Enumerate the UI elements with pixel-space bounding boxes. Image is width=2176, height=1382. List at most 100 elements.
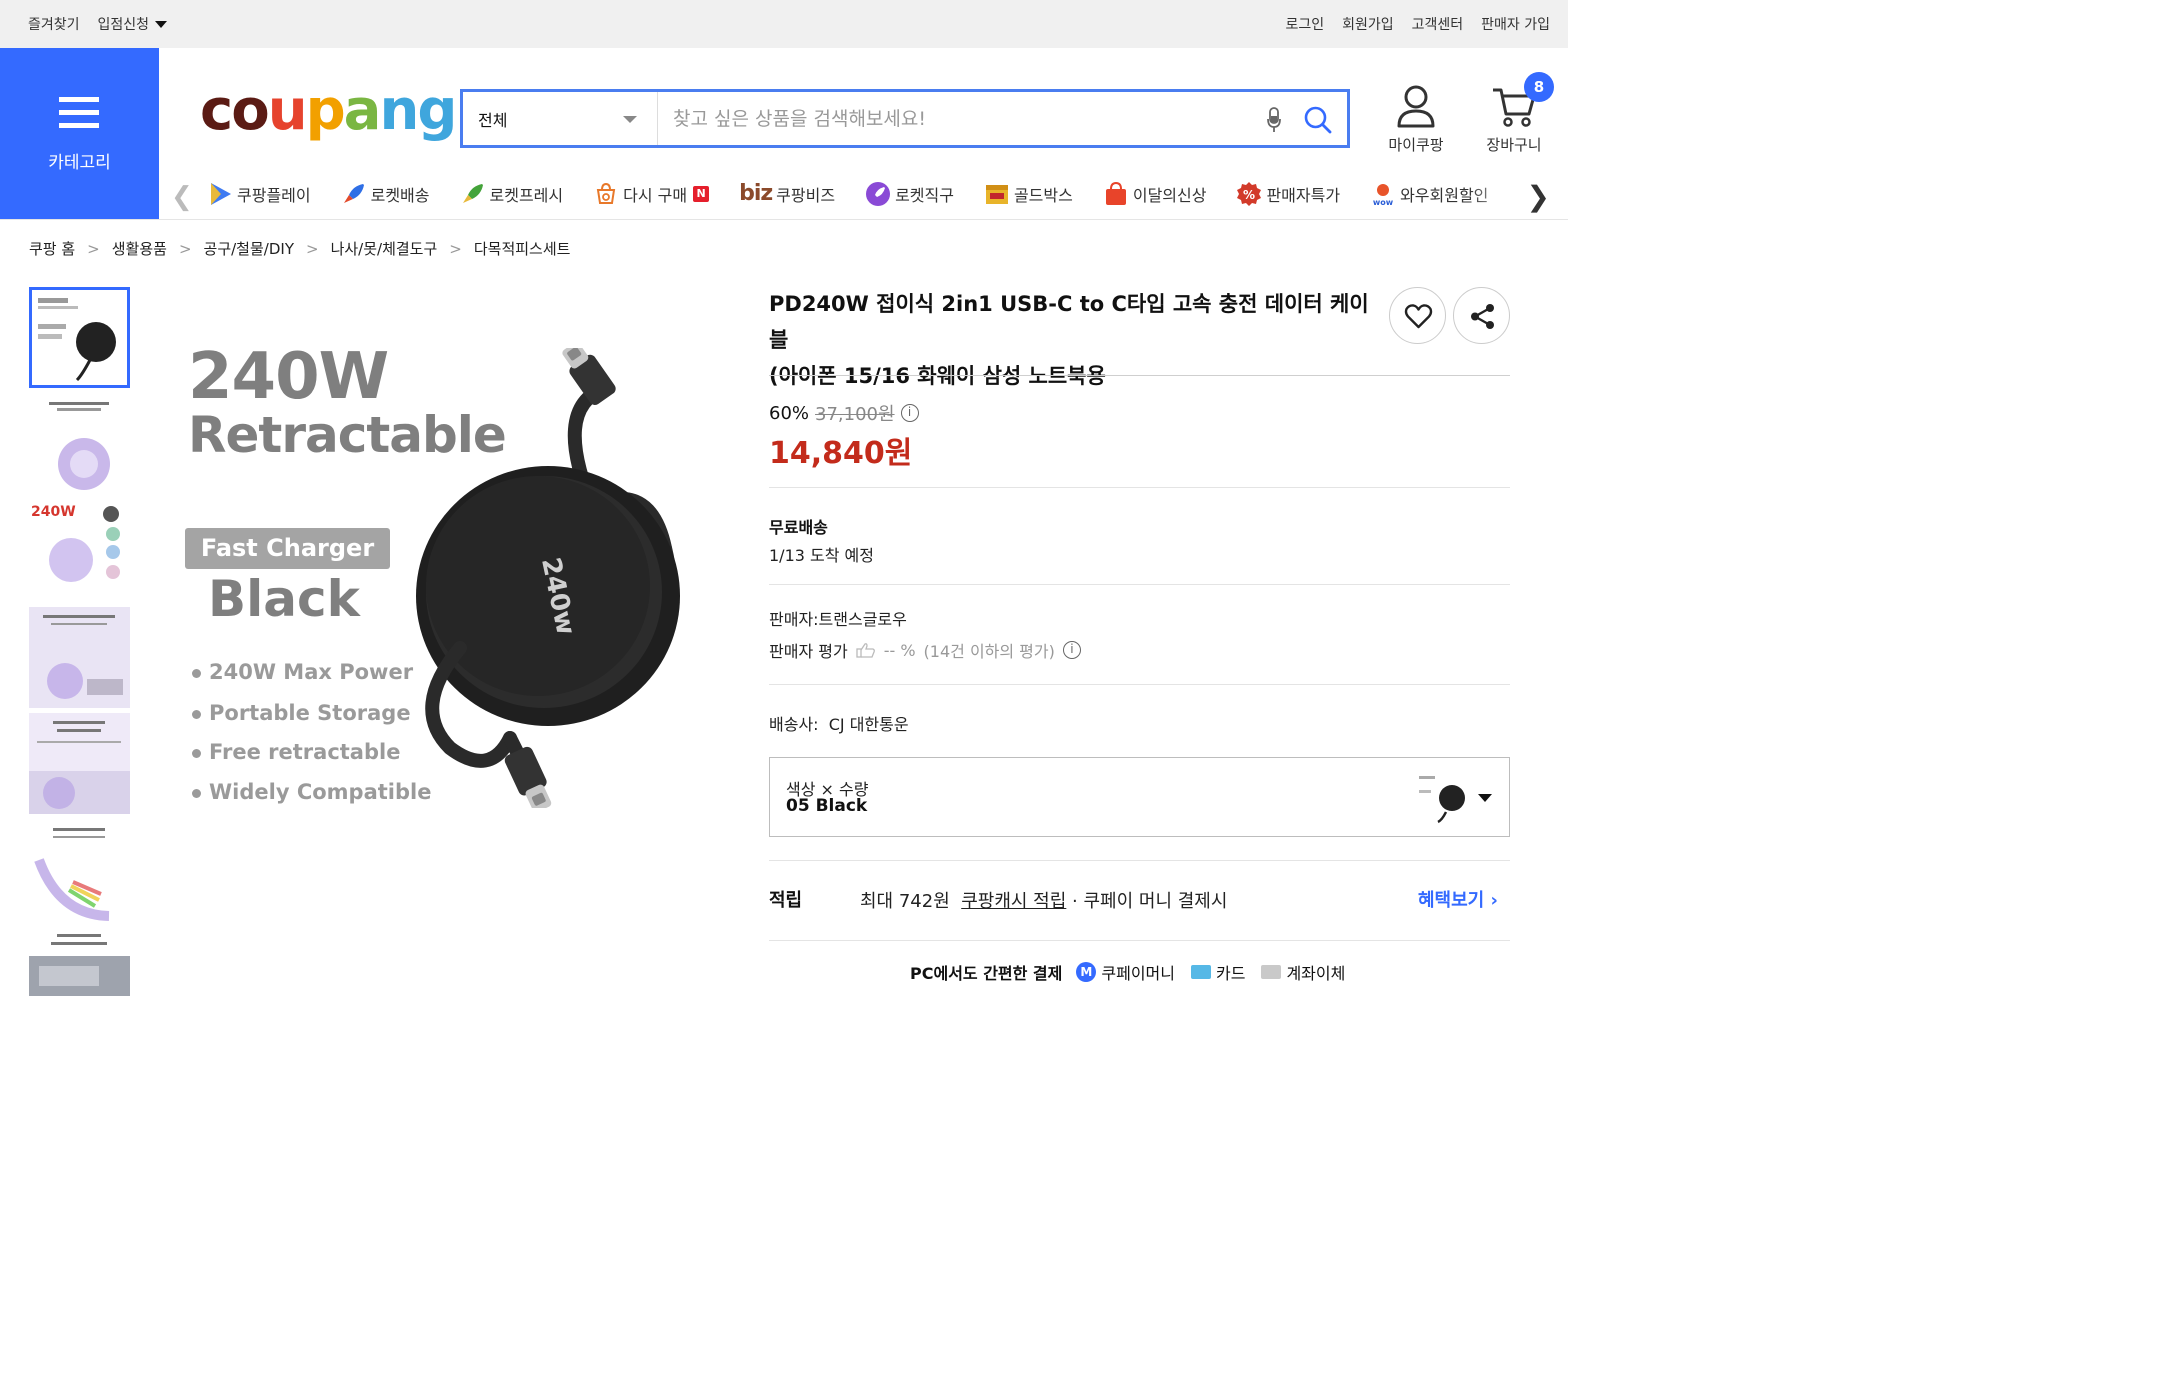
nav-item-coupang-biz[interactable]: biz 쿠팡비즈 bbox=[739, 181, 835, 206]
nav-item-rocket-delivery[interactable]: 로켓배송 bbox=[341, 181, 430, 207]
thumbnail-3[interactable]: 240W bbox=[29, 500, 130, 601]
store-apply-dropdown[interactable]: 입점신청 bbox=[98, 14, 168, 34]
favorites-link[interactable]: 즐겨찾기 bbox=[28, 14, 80, 34]
discount-row: 60% 37,100원 i bbox=[769, 400, 919, 426]
thumbnail-5[interactable] bbox=[29, 713, 130, 814]
product-title-line: (아이폰 15/16 화웨이 삼성 노트북용 bbox=[769, 364, 1106, 388]
image-headline: 240W bbox=[188, 340, 389, 414]
nav-item-rocket-global[interactable]: 로켓직구 bbox=[865, 181, 954, 207]
goldbox-icon bbox=[985, 184, 1008, 204]
shipping-title: 무료배송 bbox=[769, 518, 828, 537]
chevron-right-icon: › bbox=[1490, 890, 1498, 911]
breadcrumb-item[interactable]: 다목적피스세트 bbox=[474, 238, 571, 259]
thumbs-up-icon bbox=[856, 643, 875, 658]
divider bbox=[769, 860, 1510, 861]
reward-text: 최대 742원 쿠팡캐시 적립 · 쿠페이 머니 결제시 bbox=[860, 887, 1227, 913]
view-benefits-link[interactable]: 혜택보기 › bbox=[1418, 886, 1498, 912]
share-icon bbox=[1471, 304, 1494, 329]
coupay-money: M 쿠페이머니 bbox=[1076, 960, 1175, 984]
percent-icon: % bbox=[1237, 181, 1262, 206]
nav-item-coupang-play[interactable]: 쿠팡플레이 bbox=[207, 181, 311, 207]
share-button[interactable] bbox=[1453, 287, 1510, 344]
divider bbox=[769, 684, 1510, 685]
info-icon[interactable]: i bbox=[900, 404, 919, 422]
seller-rating-label: 판매자 평가 bbox=[769, 642, 848, 661]
store-apply-label: 입점신청 bbox=[97, 17, 150, 33]
reward-suffix: · 쿠페이 머니 결제시 bbox=[1072, 891, 1228, 912]
option-value: 05 Black bbox=[786, 796, 868, 816]
nav-item-rocket-fresh[interactable]: 로켓프레시 bbox=[460, 181, 563, 207]
seller-signup-link[interactable]: 판매자 가입 bbox=[1481, 14, 1550, 34]
view-benefits-label: 혜택보기 bbox=[1418, 890, 1485, 911]
search-category-select[interactable]: 전체 bbox=[463, 92, 658, 145]
cart-count-badge: 8 bbox=[1524, 72, 1554, 102]
option-selector[interactable]: 색상 × 수량 05 Black bbox=[769, 757, 1510, 837]
main-product-image[interactable]: 240W Retractable Fast Charger Black 240W… bbox=[160, 288, 740, 848]
category-label: 카테고리 bbox=[48, 153, 111, 173]
image-feature: Widely Compatible bbox=[192, 780, 431, 804]
search-input[interactable] bbox=[659, 92, 1249, 145]
breadcrumb-item[interactable]: 공구/철물/DIY bbox=[204, 238, 294, 259]
breadcrumb: 쿠팡 홈 > 생활용품 > 공구/철물/DIY > 나사/못/체결도구 > 다목… bbox=[29, 238, 570, 259]
bank-icon bbox=[1261, 965, 1282, 979]
hamburger-icon bbox=[59, 97, 99, 129]
customer-center-link[interactable]: 고객센터 bbox=[1412, 14, 1464, 34]
breadcrumb-item[interactable]: 생활용품 bbox=[112, 238, 167, 259]
chevron-left-icon[interactable]: ❮ bbox=[171, 182, 193, 212]
my-coupang-label: 마이쿠팡 bbox=[1388, 136, 1444, 154]
search-category-value: 전체 bbox=[478, 110, 508, 130]
signup-link[interactable]: 회원가입 bbox=[1342, 14, 1394, 34]
original-price: 37,100원 bbox=[815, 404, 895, 425]
rocket-global-icon bbox=[866, 181, 891, 206]
nav-item-rebuy[interactable]: 다시 구매 N bbox=[593, 181, 710, 207]
thumbnail-1[interactable] bbox=[29, 287, 130, 388]
breadcrumb-item[interactable]: 나사/못/체결도구 bbox=[331, 238, 438, 259]
thumbnail-7[interactable] bbox=[29, 926, 130, 996]
thumbnail-4[interactable] bbox=[29, 607, 130, 708]
nav-item-new-arrivals[interactable]: 이달의신상 bbox=[1103, 181, 1206, 207]
image-feature: Portable Storage bbox=[192, 701, 411, 725]
my-coupang-button[interactable]: 마이쿠팡 bbox=[1378, 84, 1454, 155]
microphone-icon[interactable] bbox=[1266, 106, 1282, 134]
category-menu-button[interactable]: 카테고리 bbox=[0, 48, 159, 219]
product-title-line: PD240W 접이식 2in1 USB-C to C타입 고속 충전 데이터 케… bbox=[769, 292, 1369, 352]
seller-name[interactable]: 판매자:트랜스글로우 bbox=[769, 606, 907, 630]
nav-fade bbox=[1468, 168, 1528, 219]
card-payment: 카드 bbox=[1190, 960, 1245, 984]
user-icon bbox=[1397, 85, 1435, 128]
chevron-down-icon bbox=[155, 20, 168, 28]
wishlist-button[interactable] bbox=[1389, 287, 1446, 344]
thumbnail-6[interactable] bbox=[29, 820, 130, 921]
image-color-text: Black bbox=[208, 570, 360, 628]
login-link[interactable]: 로그인 bbox=[1285, 14, 1324, 34]
reward-label: 적립 bbox=[769, 890, 803, 911]
payment-methods-row: PC에서도 간편한 결제 M 쿠페이머니 카드 계좌이체 bbox=[910, 960, 1361, 984]
wow-icon: wow bbox=[1373, 183, 1394, 207]
biz-logo: biz bbox=[739, 181, 773, 206]
divider bbox=[769, 584, 1510, 585]
product-thumbnail-image bbox=[29, 713, 130, 814]
reward-amount: 최대 742원 bbox=[860, 891, 950, 912]
info-icon[interactable]: i bbox=[1062, 641, 1081, 659]
courier-name: CJ 대한통운 bbox=[828, 715, 909, 734]
coupang-cash-link[interactable]: 쿠팡캐시 적립 bbox=[961, 891, 1066, 912]
shipping-eta: 1/13 도착 예정 bbox=[769, 546, 874, 565]
chevron-down-icon bbox=[623, 116, 637, 123]
divider bbox=[769, 940, 1510, 941]
image-pill: Fast Charger bbox=[185, 528, 390, 569]
image-feature: 240W Max Power bbox=[192, 660, 413, 684]
seller-rating-row: 판매자 평가 -- % (14건 이하의 평가) i bbox=[769, 638, 1081, 662]
chevron-right-icon[interactable]: ❯ bbox=[1527, 180, 1550, 213]
cart-button[interactable]: 장바구니 8 bbox=[1476, 72, 1554, 155]
coupang-logo[interactable]: coupang bbox=[200, 78, 457, 143]
nav-item-goldbox[interactable]: 골드박스 bbox=[984, 181, 1073, 207]
search-icon[interactable] bbox=[1303, 105, 1333, 135]
product-thumbnail-image: 240W bbox=[29, 500, 130, 601]
discount-rate: 60% bbox=[769, 402, 810, 424]
heart-icon bbox=[1404, 304, 1433, 329]
chevron-down-icon bbox=[1478, 794, 1492, 802]
breadcrumb-item[interactable]: 쿠팡 홈 bbox=[29, 238, 75, 259]
thumbnail-2[interactable] bbox=[29, 394, 130, 495]
svg-text:%: % bbox=[1243, 188, 1255, 202]
nav-item-seller-deals[interactable]: % 판매자특가 bbox=[1236, 181, 1340, 207]
